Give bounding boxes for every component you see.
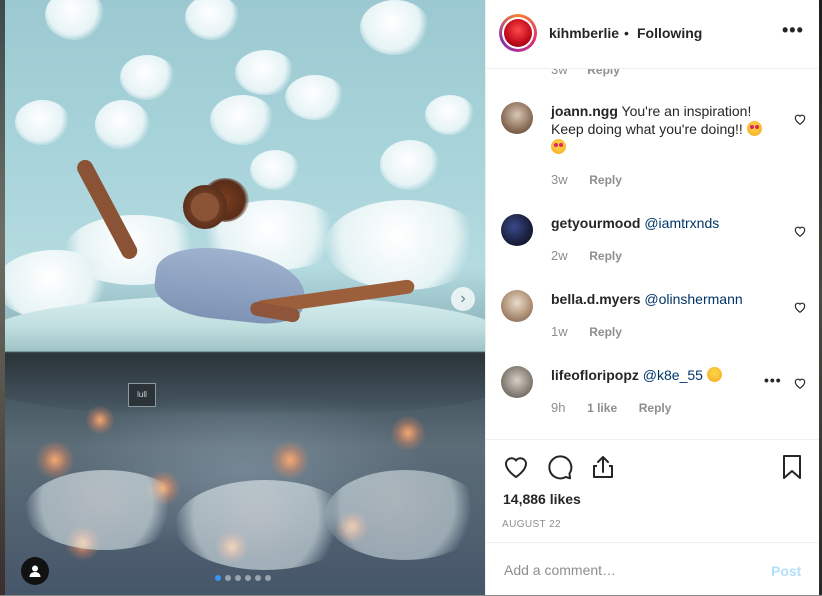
reply-button[interactable]: Reply <box>587 68 620 77</box>
commenter-username[interactable]: bella.d.myers <box>551 291 641 307</box>
partial-comment-meta: 3w Reply <box>551 68 636 77</box>
carousel-dot <box>235 575 241 581</box>
share-icon[interactable] <box>589 453 617 481</box>
more-options-icon[interactable]: ••• <box>782 20 804 41</box>
carousel-dot <box>225 575 231 581</box>
cloud-decoration <box>360 0 430 55</box>
reply-button[interactable]: Reply <box>589 173 622 187</box>
comment-meta: 3w Reply <box>551 172 622 187</box>
mattress-tag: lull <box>128 383 156 407</box>
comment-time: 3w <box>551 172 568 187</box>
commenter-avatar[interactable] <box>501 214 533 246</box>
comment-meta: 9h 1 like Reply <box>551 400 671 415</box>
cloud-decoration <box>210 95 275 145</box>
following-button[interactable]: Following <box>637 25 702 41</box>
carousel-dot <box>255 575 261 581</box>
reply-button[interactable]: Reply <box>639 401 672 415</box>
cloud-decoration <box>285 75 345 120</box>
commenter-avatar[interactable] <box>501 366 533 398</box>
mention-link[interactable]: @k8e_55 <box>643 367 703 383</box>
commenter-username[interactable]: getyourmood <box>551 215 640 231</box>
comment-meta: 1w Reply <box>551 324 622 339</box>
reply-button[interactable]: Reply <box>589 249 622 263</box>
next-photo-button[interactable]: › <box>451 287 475 311</box>
mention-link[interactable]: @olinshermann <box>644 291 742 307</box>
carousel-indicator <box>215 575 271 581</box>
post-date: AUGUST 22 <box>502 519 561 530</box>
likes-count[interactable]: 14,886 likes <box>503 491 581 507</box>
tagged-users-button[interactable] <box>21 557 49 585</box>
person-icon <box>29 565 41 577</box>
commenter-username[interactable]: lifeofloripopz <box>551 367 639 383</box>
reply-button[interactable]: Reply <box>589 325 622 339</box>
comment-like-count[interactable]: 1 like <box>587 401 617 415</box>
comment-input[interactable] <box>502 557 756 583</box>
like-heart-icon[interactable] <box>502 453 530 481</box>
comment-time: 3w <box>551 68 568 77</box>
cloud-decoration <box>95 100 150 150</box>
comments-list[interactable]: 3w Reply joann.ngg You're an inspiration… <box>486 68 819 440</box>
cloud-decoration <box>120 55 175 100</box>
heart-eyes-emoji <box>746 121 762 136</box>
author-avatar[interactable] <box>499 14 537 52</box>
fairy-light <box>390 415 426 451</box>
cloud-decoration <box>325 470 485 560</box>
cloud-decoration <box>15 100 70 145</box>
cloud-decoration <box>185 0 240 40</box>
cloud-decoration <box>325 200 485 290</box>
bookmark-icon[interactable] <box>778 453 806 481</box>
post-photo[interactable]: lull › <box>5 0 485 595</box>
comment-text: getyourmood @iamtrxnds <box>551 214 766 232</box>
like-comment-heart-icon[interactable] <box>793 112 807 126</box>
commenter-avatar[interactable] <box>501 290 533 322</box>
comment-options-icon[interactable]: ••• <box>764 372 782 388</box>
post-header: kihmberlie • Following ••• <box>486 0 819 69</box>
header-separator: • <box>624 25 629 41</box>
figure-head <box>183 185 227 229</box>
post-actions-bar <box>486 440 819 488</box>
comment-time: 9h <box>551 400 566 415</box>
heart-eyes-emoji <box>551 139 566 154</box>
commenter-avatar[interactable] <box>501 102 533 134</box>
cloud-decoration <box>425 95 475 135</box>
mind-blown-emoji <box>706 367 722 382</box>
comment-time: 1w <box>551 324 568 339</box>
fairy-light <box>270 440 310 480</box>
carousel-dot <box>265 575 271 581</box>
like-comment-heart-icon[interactable] <box>793 224 807 238</box>
fairy-light <box>85 405 115 435</box>
chevron-right-icon: › <box>460 290 466 307</box>
post-comment-button[interactable]: Post <box>771 563 801 579</box>
carousel-dot <box>215 575 221 581</box>
cloud-decoration <box>45 0 105 40</box>
cloud-decoration <box>250 150 300 190</box>
like-comment-heart-icon[interactable] <box>793 376 807 390</box>
comment-meta: 2w Reply <box>551 248 622 263</box>
comment-bubble-icon[interactable] <box>546 453 574 481</box>
mention-link[interactable]: @iamtrxnds <box>644 215 719 231</box>
comment-text: bella.d.myers @olinshermann <box>551 290 766 308</box>
avatar-image <box>504 19 532 47</box>
cloud-decoration <box>235 50 295 95</box>
cloud-decoration <box>25 470 185 550</box>
post-details-panel: kihmberlie • Following ••• 3w Reply joan… <box>485 0 819 595</box>
author-username[interactable]: kihmberlie <box>549 25 619 41</box>
comment-text: lifeofloripopz @k8e_55 <box>551 366 766 384</box>
comment-time: 2w <box>551 248 568 263</box>
mattress-base <box>5 355 485 415</box>
like-comment-heart-icon[interactable] <box>793 300 807 314</box>
cloud-decoration <box>380 140 440 190</box>
commenter-username[interactable]: joann.ngg <box>551 103 618 119</box>
comment-text: joann.ngg You're an inspiration! Keep do… <box>551 102 766 156</box>
add-comment-bar: Post <box>486 542 819 596</box>
carousel-dot <box>245 575 251 581</box>
